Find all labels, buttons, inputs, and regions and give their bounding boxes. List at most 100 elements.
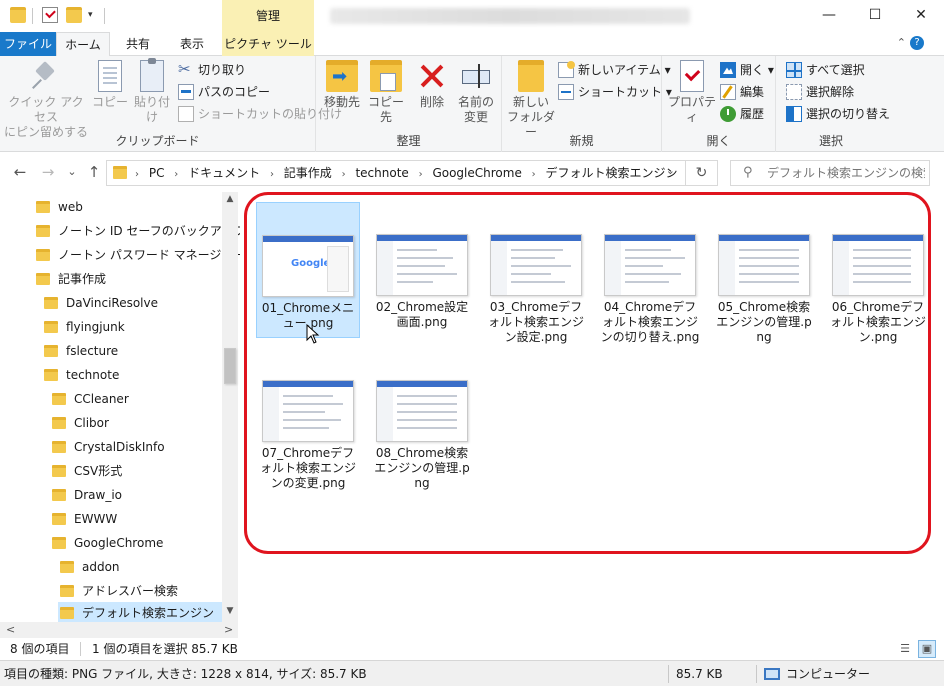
tree-item-label: ノートン パスワード マネージャーのバッ [58, 248, 240, 262]
select-all-button[interactable]: すべて選択 [786, 60, 865, 80]
move-to-button[interactable]: 移動先 [320, 60, 364, 110]
tree-item-default-search-engine[interactable]: デフォルト検索エンジン [58, 602, 222, 622]
tab-view[interactable]: 表示 [166, 32, 218, 56]
file-item-07[interactable]: 07_Chromeデフォルト検索エンジンの変更.png [256, 348, 360, 495]
tab-share[interactable]: 共有 [112, 32, 164, 56]
cut-button[interactable]: 切り取り [178, 59, 246, 80]
scroll-right-icon[interactable]: > [224, 623, 233, 636]
invert-selection-button[interactable]: 選択の切り替え [786, 104, 890, 124]
tree-item-ewww[interactable]: EWWW [52, 508, 222, 530]
details-view-button[interactable]: ☰ [896, 640, 914, 658]
breadcrumb-separator[interactable]: › [532, 169, 536, 180]
easy-access-button[interactable]: ショートカット ▾ [558, 82, 672, 102]
file-item-06[interactable]: 06_Chromeデフォルト検索エンジン.png [826, 202, 930, 349]
breadcrumb-separator[interactable]: › [342, 169, 346, 180]
thumb-line [511, 265, 571, 267]
tree-item-flyingjunk[interactable]: flyingjunk [44, 316, 222, 338]
breadcrumb-googlechrome[interactable]: GoogleChrome [432, 166, 521, 180]
tree-item-norton-id[interactable]: ノートン ID セーフのバックアップ [36, 220, 240, 242]
select-all-icon [786, 62, 802, 78]
close-button[interactable]: ✕ [898, 0, 944, 32]
scroll-up-icon[interactable]: ▲ [222, 194, 238, 204]
edit-button[interactable]: 編集 [720, 82, 764, 102]
search-input[interactable] [767, 164, 925, 182]
tree-item-addressbar-search[interactable]: アドレスバー検索 [60, 580, 222, 602]
tree-item-fslecture[interactable]: fslecture [44, 340, 222, 362]
tree-item-crystaldiskinfo[interactable]: CrystalDiskInfo [52, 436, 222, 458]
tree-item-norton-password[interactable]: ノートン パスワード マネージャーのバッ [36, 244, 240, 266]
thumb-line [397, 411, 457, 413]
quick-access-dropdown[interactable]: ▾ [88, 10, 93, 20]
scroll-down-icon[interactable]: ▼ [222, 606, 238, 616]
file-item-03[interactable]: 03_Chromeデフォルト検索エンジン設定.png [484, 202, 588, 349]
new-item-button[interactable]: 新しいアイテム ▾ [558, 60, 671, 80]
tree-item-articles[interactable]: 記事作成 [36, 268, 222, 290]
scroll-left-icon[interactable]: < [6, 623, 15, 636]
address-bar[interactable]: › PC › ドキュメント › 記事作成 › technote › Google… [106, 160, 686, 186]
thumb-line [853, 257, 911, 259]
breadcrumb-technote[interactable]: technote [355, 166, 408, 180]
nav-pane-vertical-scrollbar[interactable]: ▲ ▼ [222, 192, 238, 622]
tree-item-drawio[interactable]: Draw_io [52, 484, 222, 506]
scissors-icon [178, 59, 194, 79]
breadcrumb-separator[interactable]: › [174, 169, 178, 180]
tab-picture-tools[interactable]: ピクチャ ツール [222, 32, 314, 56]
manage-tab[interactable]: 管理 [222, 0, 314, 32]
minimize-button[interactable]: — [806, 0, 852, 32]
large-icons-view-button[interactable]: ▣ [918, 640, 936, 658]
tab-file[interactable]: ファイル [0, 32, 56, 56]
tree-item-addon[interactable]: addon [60, 556, 222, 578]
select-none-button[interactable]: 選択解除 [786, 82, 854, 102]
delete-button[interactable]: 削除 [412, 60, 452, 110]
new-folder-button[interactable]: 新しい フォルダー [506, 60, 556, 140]
tree-item-technote[interactable]: technote [44, 364, 222, 386]
breadcrumb-separator[interactable]: › [419, 169, 423, 180]
rename-button[interactable]: 名前の 変更 [454, 60, 498, 125]
tree-item-googlechrome[interactable]: GoogleChrome [52, 532, 222, 554]
properties-quick-icon[interactable] [42, 7, 58, 23]
tree-item-ccleaner[interactable]: CCleaner [52, 388, 222, 410]
file-item-01[interactable]: Google 01_Chromeメニュー.png [256, 202, 360, 338]
nav-pane-horizontal-scrollbar[interactable]: < > [0, 622, 238, 667]
address-dropdown-icon[interactable]: ⌄ [666, 164, 675, 177]
thumb-line [739, 249, 799, 251]
file-list: Google 01_Chromeメニュー.png 02_Chrome設定画面.p… [240, 192, 944, 638]
forward-button[interactable]: → [40, 164, 56, 180]
back-button[interactable]: ← [12, 164, 28, 180]
tree-item-clibor[interactable]: Clibor [52, 412, 222, 434]
rename-label-1: 名前の [457, 95, 494, 109]
breadcrumb-pc[interactable]: PC [149, 166, 165, 180]
tab-home[interactable]: ホーム [56, 32, 110, 57]
copy-to-button[interactable]: コピー先 [364, 60, 408, 125]
breadcrumb-separator[interactable]: › [270, 169, 274, 180]
breadcrumb-documents[interactable]: ドキュメント [188, 166, 260, 180]
tree-item-davinci[interactable]: DaVinciResolve [44, 292, 222, 314]
tree-item-csv[interactable]: CSV形式 [52, 460, 222, 482]
invert-selection-icon [786, 106, 802, 122]
open-button[interactable]: 開く ▾ [720, 60, 774, 80]
refresh-button[interactable]: ↻ [686, 160, 718, 186]
file-item-02[interactable]: 02_Chrome設定画面.png [370, 202, 474, 334]
breadcrumb-default-search-engine[interactable]: デフォルト検索エンジン [545, 166, 677, 180]
history-button[interactable]: 履歴 [720, 104, 764, 124]
new-folder-quick-icon[interactable] [66, 7, 82, 23]
file-item-04[interactable]: 04_Chromeデフォルト検索エンジンの切り替え.png [598, 202, 702, 349]
copy-button[interactable]: コピー [90, 60, 130, 110]
search-box[interactable]: ⚲ [730, 160, 930, 186]
paste-button[interactable]: 貼り付け [130, 58, 174, 125]
thumb-line [283, 395, 333, 397]
file-item-08[interactable]: 08_Chrome検索エンジンの管理.png [370, 348, 474, 495]
tree-item-web[interactable]: web [36, 196, 222, 218]
recent-locations-button[interactable]: ⌄ [64, 164, 80, 180]
copy-path-button[interactable]: パスのコピー [178, 82, 270, 102]
collapse-ribbon-icon[interactable]: ⌃ [897, 36, 906, 49]
up-button[interactable]: ↑ [86, 164, 102, 180]
shortcut-icon [558, 84, 574, 100]
properties-button[interactable]: プロパティ [666, 60, 718, 125]
maximize-button[interactable]: ☐ [852, 0, 898, 32]
help-icon[interactable]: ? [910, 36, 924, 50]
breadcrumb-articles[interactable]: 記事作成 [284, 166, 332, 180]
pin-quick-access-button[interactable]: クイック アクセス にピン留めする [4, 60, 88, 140]
scroll-thumb[interactable] [224, 348, 236, 384]
file-item-05[interactable]: 05_Chrome検索エンジンの管理.png [712, 202, 816, 349]
